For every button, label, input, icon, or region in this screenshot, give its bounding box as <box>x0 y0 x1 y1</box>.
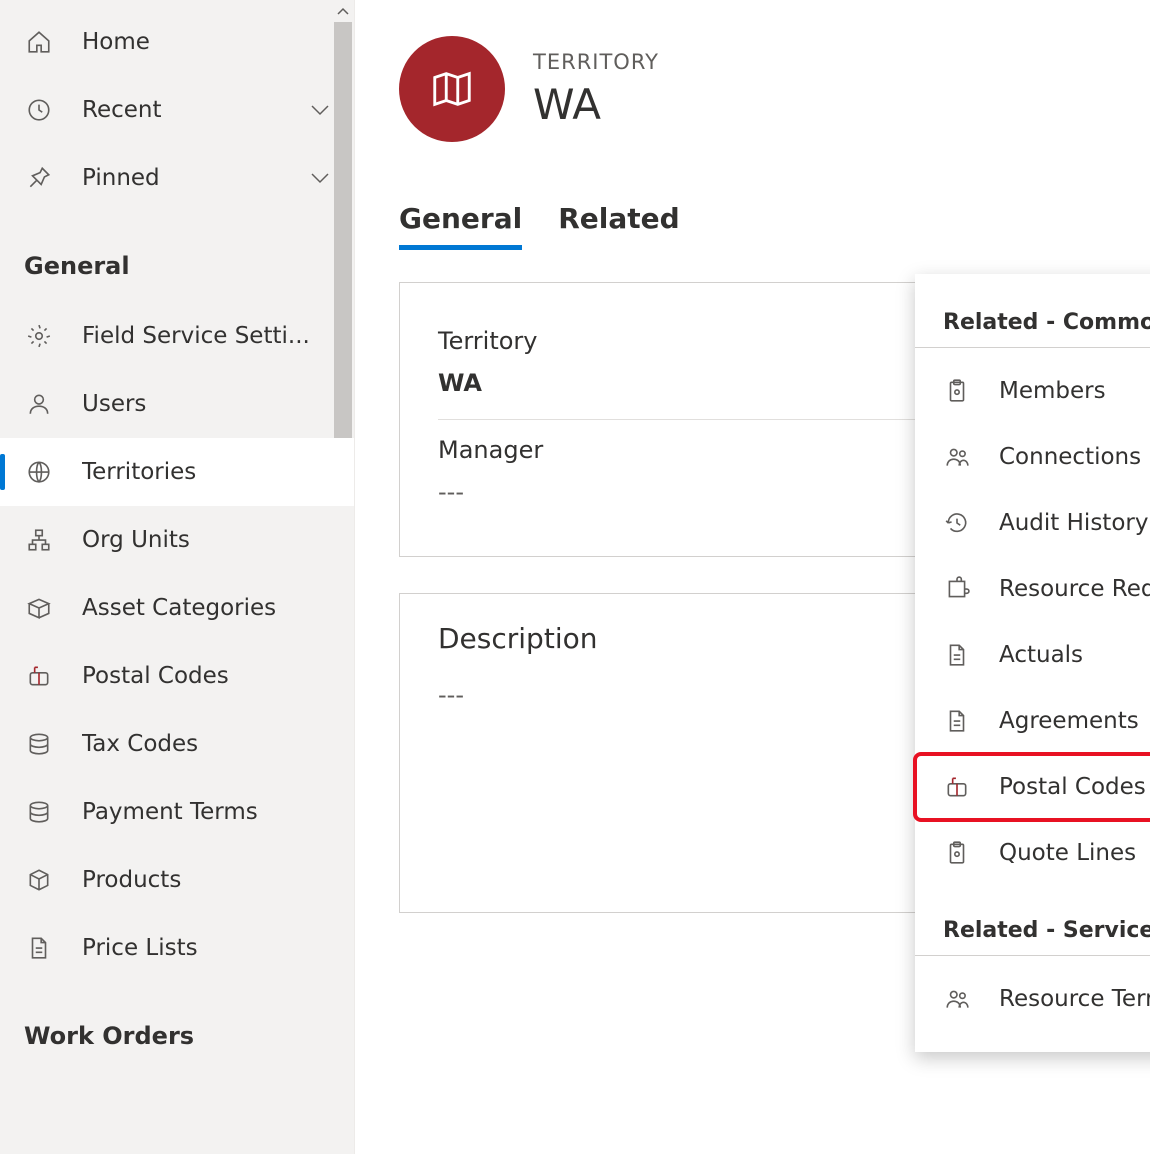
people-icon <box>943 443 971 471</box>
puzzle-icon <box>943 575 971 603</box>
history-icon <box>943 509 971 537</box>
dropdown-item-resource-requirements[interactable]: Resource Requirements <box>915 556 1150 622</box>
tabs: General Related <box>399 202 1106 250</box>
dropdown-item-label: Postal Codes <box>999 774 1146 800</box>
mailbox-icon <box>24 661 54 691</box>
record-title-block: TERRITORY WA <box>533 50 659 129</box>
record-header: TERRITORY WA <box>399 36 1106 142</box>
dropdown-item-members[interactable]: Members <box>915 358 1150 424</box>
dropdown-item-agreements[interactable]: Agreements <box>915 688 1150 754</box>
package-icon <box>24 865 54 895</box>
sidebar-item-label: Products <box>82 867 334 893</box>
sidebar-item-payment-terms[interactable]: Payment Terms <box>0 778 354 846</box>
user-icon <box>24 389 54 419</box>
related-dropdown: Related - Common Members Connections Audit… <box>915 274 1150 1052</box>
sidebar-item-field-service-setti-[interactable]: Field Service Setti... <box>0 302 354 370</box>
document-icon <box>943 707 971 735</box>
sidebar-item-label: Postal Codes <box>82 663 334 689</box>
dropdown-item-actuals[interactable]: Actuals <box>915 622 1150 688</box>
sidebar-item-label: Field Service Setti... <box>82 323 334 349</box>
sidebar-item-label: Price Lists <box>82 935 334 961</box>
hierarchy-icon <box>24 525 54 555</box>
sidebar-item-label: Recent <box>82 97 310 123</box>
chevron-down-icon <box>310 104 334 116</box>
mailbox-icon <box>943 773 971 801</box>
nav-general-list: Field Service Setti... Users Territories Or… <box>0 294 354 990</box>
nav-section-general: General <box>0 220 354 294</box>
sidebar-item-home[interactable]: Home <box>0 8 354 76</box>
sidebar: Home Recent Pinned General Field Service… <box>0 0 355 1154</box>
record-avatar <box>399 36 505 142</box>
nav-top-list: Home Recent Pinned <box>0 0 354 220</box>
map-icon <box>429 66 475 112</box>
dropdown-item-quote-lines[interactable]: Quote Lines <box>915 820 1150 886</box>
dropdown-item-label: Resource Territories <box>999 986 1150 1012</box>
stack-icon <box>24 729 54 759</box>
dropdown-service-list: Resource Territories <box>915 966 1150 1032</box>
sidebar-item-label: Home <box>82 29 334 55</box>
dropdown-item-label: Resource Requirements <box>999 576 1150 602</box>
nav-section-workorders: Work Orders <box>0 990 354 1064</box>
sidebar-item-postal-codes[interactable]: Postal Codes <box>0 642 354 710</box>
dropdown-item-resource-territories[interactable]: Resource Territories <box>915 966 1150 1032</box>
dropdown-item-label: Actuals <box>999 642 1083 668</box>
sidebar-item-label: Payment Terms <box>82 799 334 825</box>
dropdown-item-postal-codes[interactable]: Postal Codes <box>915 754 1150 820</box>
tab-general[interactable]: General <box>399 202 522 250</box>
sidebar-item-label: Territories <box>82 459 334 485</box>
clipboard-gear-icon <box>943 839 971 867</box>
sidebar-item-tax-codes[interactable]: Tax Codes <box>0 710 354 778</box>
dropdown-section-service: Related - Service <box>915 910 1150 956</box>
pin-icon <box>24 163 54 193</box>
main-content: TERRITORY WA General Related Territory W… <box>355 0 1150 1154</box>
dropdown-item-label: Members <box>999 378 1106 404</box>
globe-icon <box>24 457 54 487</box>
record-title: WA <box>533 80 659 129</box>
document-icon <box>943 641 971 669</box>
sidebar-item-pinned[interactable]: Pinned <box>0 144 354 212</box>
document-icon <box>24 933 54 963</box>
home-icon <box>24 27 54 57</box>
clipboard-gear-icon <box>943 377 971 405</box>
sidebar-item-territories[interactable]: Territories <box>0 438 354 506</box>
sidebar-item-label: Tax Codes <box>82 731 334 757</box>
sidebar-item-label: Users <box>82 391 334 417</box>
sidebar-item-products[interactable]: Products <box>0 846 354 914</box>
sidebar-item-users[interactable]: Users <box>0 370 354 438</box>
dropdown-item-label: Agreements <box>999 708 1139 734</box>
dropdown-item-connections[interactable]: Connections <box>915 424 1150 490</box>
dropdown-item-label: Connections <box>999 444 1141 470</box>
clock-icon <box>24 95 54 125</box>
sidebar-item-label: Asset Categories <box>82 595 334 621</box>
box-open-icon <box>24 593 54 623</box>
stack-icon <box>24 797 54 827</box>
record-type-label: TERRITORY <box>533 50 659 74</box>
sidebar-item-org-units[interactable]: Org Units <box>0 506 354 574</box>
sidebar-item-recent[interactable]: Recent <box>0 76 354 144</box>
sidebar-item-label: Pinned <box>82 165 310 191</box>
dropdown-item-label: Quote Lines <box>999 840 1136 866</box>
people-icon <box>943 985 971 1013</box>
sidebar-item-label: Org Units <box>82 527 334 553</box>
tab-related[interactable]: Related <box>558 202 679 250</box>
gear-icon <box>24 321 54 351</box>
dropdown-item-label: Audit History <box>999 510 1148 536</box>
sidebar-item-price-lists[interactable]: Price Lists <box>0 914 354 982</box>
sidebar-item-asset-categories[interactable]: Asset Categories <box>0 574 354 642</box>
chevron-down-icon <box>310 172 334 184</box>
dropdown-section-common: Related - Common <box>915 302 1150 348</box>
dropdown-item-audit-history[interactable]: Audit History <box>915 490 1150 556</box>
dropdown-common-list: Members Connections Audit History Resource … <box>915 358 1150 886</box>
